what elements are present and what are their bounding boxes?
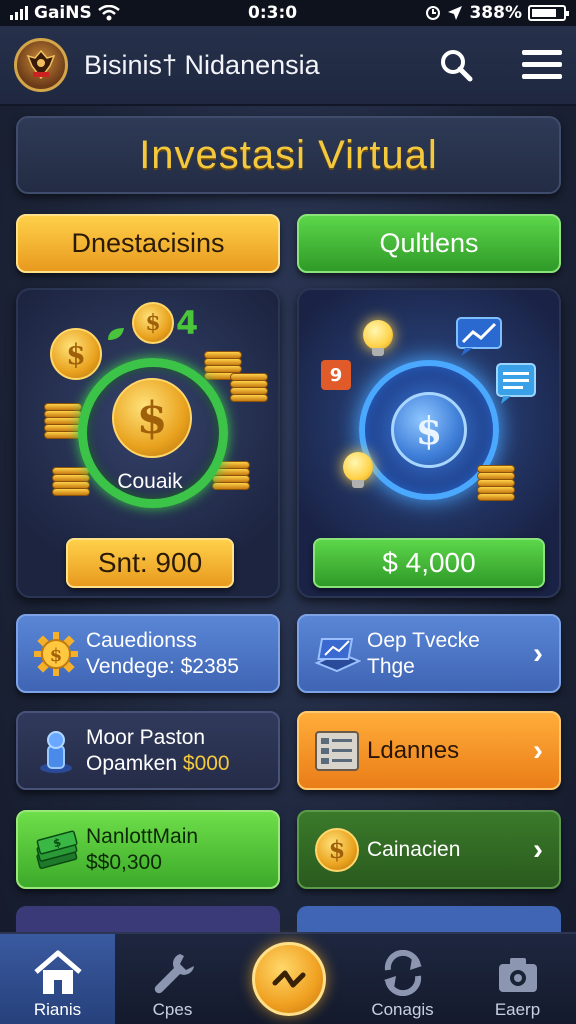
tile-title: Ldannes (367, 736, 460, 764)
tab-dnestacisins[interactable]: Dnestacisins (16, 214, 280, 273)
figure-icon (32, 727, 80, 775)
dollar-coin-icon: $ (391, 392, 467, 468)
nav-label: Conagis (371, 1000, 434, 1019)
card-value-button[interactable]: Snt: 900 (66, 538, 234, 588)
tile-title: Cainacien (367, 837, 461, 861)
svg-text:$: $ (50, 645, 63, 666)
tile-title: Moor Paston (86, 725, 206, 749)
money-stack-icon: $ (32, 826, 80, 874)
emblem-logo-icon (14, 38, 68, 92)
chart-board-icon (313, 630, 361, 678)
document-bubble-icon (496, 363, 536, 404)
nav-item-exchange[interactable]: Conagis (345, 934, 460, 1024)
badge-icon: 9 (321, 360, 351, 390)
home-icon (33, 950, 82, 994)
signal-icon (10, 6, 28, 20)
chevron-right-icon: › (533, 733, 543, 767)
investment-card-right[interactable]: $ 9 $ 4,000 (297, 288, 561, 598)
chevron-right-icon: › (533, 636, 543, 670)
battery-percent: 388% (469, 3, 522, 23)
tile-moor-paston[interactable]: Moor Paston Opamken $000 (16, 711, 280, 790)
lightbulb-icon (363, 320, 393, 356)
tile-title: NanlottMain (86, 824, 199, 848)
alarm-icon (426, 6, 441, 20)
tile-amount: $000 (182, 751, 230, 775)
nav-item-home[interactable]: Rianis (0, 934, 115, 1024)
coin-stack-icon (477, 465, 515, 501)
exchange-icon (383, 950, 422, 996)
growth-arrow-icon: 4 (176, 304, 199, 342)
wrench-icon (154, 954, 194, 994)
nav-item-tools[interactable]: Cpes (115, 934, 230, 1024)
app-title: Bisinis† Nidanensia (84, 49, 320, 80)
battery-icon (527, 5, 569, 21)
tile-subtitle: Vendege: $2385 (86, 654, 239, 678)
nav-label: Rianis (33, 1000, 82, 1019)
tile-title: Cauedionss (86, 628, 197, 652)
chart-bubble-icon (456, 317, 502, 356)
dollar-coin-icon: $ (313, 826, 361, 874)
nav-item-camera[interactable]: Eaerp (460, 934, 575, 1024)
nav-label: Cpes (152, 1000, 193, 1019)
ring-label: Couaik (117, 470, 183, 493)
page-title: Investasi Virtual (139, 132, 438, 177)
camera-icon (498, 958, 537, 992)
ledger-icon (313, 727, 361, 775)
tile-cainacien[interactable]: $ Cainacien › (297, 810, 561, 889)
trend-coin-icon (272, 970, 306, 988)
card-value-button[interactable]: $ 4,000 (313, 538, 545, 588)
dollar-coin-icon: $ (112, 378, 192, 458)
gear-coin-icon: $ (32, 630, 80, 678)
tile-subtitle: Thge (367, 654, 415, 678)
tile-ldannes[interactable]: Ldannes › (297, 711, 561, 790)
coin-stack-icon (44, 403, 82, 439)
app-header: Bisinis† Nidanensia (0, 26, 576, 106)
tile-nanlottmain[interactable]: $ NanlottMain $$0,300 (16, 810, 280, 889)
status-bar: GaiNS 0:3:0 388% (0, 0, 576, 26)
location-icon (448, 6, 463, 20)
chevron-right-icon: › (533, 832, 543, 866)
search-icon[interactable] (436, 45, 476, 85)
tab-qultlens[interactable]: Qultlens (297, 214, 561, 273)
hamburger-menu-icon[interactable] (522, 45, 562, 85)
coin-stack-icon (230, 373, 268, 402)
carrier-name: GaiNS (34, 3, 92, 23)
investment-card-left[interactable]: $ $ 4 $ Couaik Snt: 900 (16, 288, 280, 598)
wifi-icon (97, 5, 120, 21)
clock: 0:3:0 (248, 3, 298, 23)
tile-title: Oep Tvecke (367, 628, 480, 652)
nav-label: Eaerp (494, 1000, 541, 1019)
dollar-coin-icon: $ (50, 328, 102, 380)
tile-subtitle: $$0,300 (86, 850, 162, 874)
tile-subtitle-prefix: Opamken (86, 751, 183, 775)
dollar-coin-icon: $ (132, 302, 174, 344)
tile-oep-tvecke[interactable]: Oep Tvecke Thge › (297, 614, 561, 693)
lightbulb-icon (343, 452, 373, 488)
tile-cauedionss[interactable]: $ Cauedionss Vendege: $2385 (16, 614, 280, 693)
leaf-icon (108, 328, 124, 340)
page-title-banner: Investasi Virtual (16, 116, 561, 194)
trend-coin-button[interactable] (252, 942, 326, 1016)
